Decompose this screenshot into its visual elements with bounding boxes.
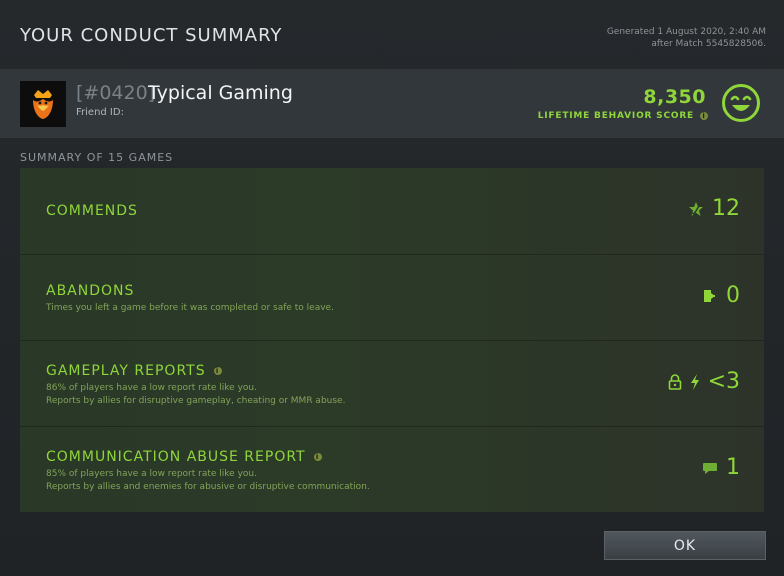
generated-info: Generated 1 August 2020, 2:40 AM after M…	[506, 26, 766, 50]
commends-value: 12	[712, 196, 740, 221]
communication-abuse-value: 1	[726, 455, 740, 480]
communication-abuse-title: COMMUNICATION ABUSE REPORT	[46, 449, 306, 465]
info-icon[interactable]: i	[213, 367, 222, 375]
gameplay-reports-row: GAMEPLAY REPORTS i 86% of players have a…	[20, 340, 764, 426]
communication-abuse-row: COMMUNICATION ABUSE REPORT i 85% of play…	[20, 426, 764, 512]
abandons-description: Times you left a game before it was comp…	[46, 303, 334, 313]
chat-bubble-icon	[703, 462, 717, 474]
smiley-face-icon	[721, 83, 761, 123]
abandons-title: ABANDONS	[46, 283, 135, 299]
commends-title: COMMENDS	[46, 203, 138, 219]
gameplay-reports-explainer: Reports by allies for disruptive gamepla…	[46, 396, 346, 406]
summary-panel: COMMENDS 12 ABANDONS Times you left a ga…	[20, 168, 764, 512]
gameplay-reports-value-group: <3	[668, 369, 740, 394]
conduct-summary-dialog: YOUR CONDUCT SUMMARY Generated 1 August …	[0, 0, 784, 576]
abandons-value: 0	[726, 283, 740, 308]
player-header: [#0420] Typical Gaming Friend ID: 8,350 …	[0, 69, 784, 138]
gameplay-reports-title: GAMEPLAY REPORTS	[46, 363, 206, 379]
info-icon[interactable]: i	[313, 453, 322, 461]
star-commend-icon	[689, 201, 703, 216]
friend-id-label: Friend ID:	[76, 107, 124, 118]
lightning-icon	[690, 373, 699, 390]
gameplay-reports-description: 86% of players have a low report rate li…	[46, 382, 345, 408]
summary-games-label: SUMMARY OF 15 GAMES	[20, 151, 174, 164]
ok-button[interactable]: OK	[604, 531, 766, 560]
row-title: COMMUNICATION ABUSE REPORT i	[46, 449, 322, 465]
behavior-score-label-row: LIFETIME BEHAVIOR SCORE i	[538, 111, 708, 121]
gameplay-reports-stat: 86% of players have a low report rate li…	[46, 383, 257, 393]
player-tag: [#0420]	[76, 82, 156, 104]
row-title: COMMENDS	[46, 203, 138, 219]
row-title: GAMEPLAY REPORTS i	[46, 363, 222, 379]
row-title: ABANDONS	[46, 283, 134, 299]
abandons-row: ABANDONS Times you left a game before it…	[20, 254, 764, 340]
commends-row: COMMENDS 12	[20, 168, 764, 253]
behavior-score-label: LIFETIME BEHAVIOR SCORE	[537, 111, 694, 121]
generated-match: after Match 5545828506.	[651, 39, 766, 49]
dialog-title: YOUR CONDUCT SUMMARY	[20, 25, 283, 46]
commends-value-group: 12	[688, 196, 740, 221]
info-icon[interactable]: i	[700, 112, 708, 120]
communication-abuse-explainer: Reports by allies and enemies for abusiv…	[46, 482, 370, 492]
communication-abuse-value-group: 1	[702, 455, 740, 480]
generated-date: Generated 1 August 2020, 2:40 AM	[606, 27, 766, 37]
abandons-value-group: 0	[702, 283, 740, 308]
communication-abuse-description: 85% of players have a low report rate li…	[46, 468, 370, 494]
lock-icon	[668, 373, 681, 390]
lion-crown-icon	[20, 81, 66, 127]
player-name: Typical Gaming	[148, 82, 293, 104]
gameplay-reports-value: <3	[707, 369, 740, 394]
avatar[interactable]	[20, 81, 66, 127]
behavior-score-value: 8,350	[643, 86, 706, 108]
communication-abuse-stat: 85% of players have a low report rate li…	[46, 469, 257, 479]
exit-door-icon	[704, 289, 715, 302]
